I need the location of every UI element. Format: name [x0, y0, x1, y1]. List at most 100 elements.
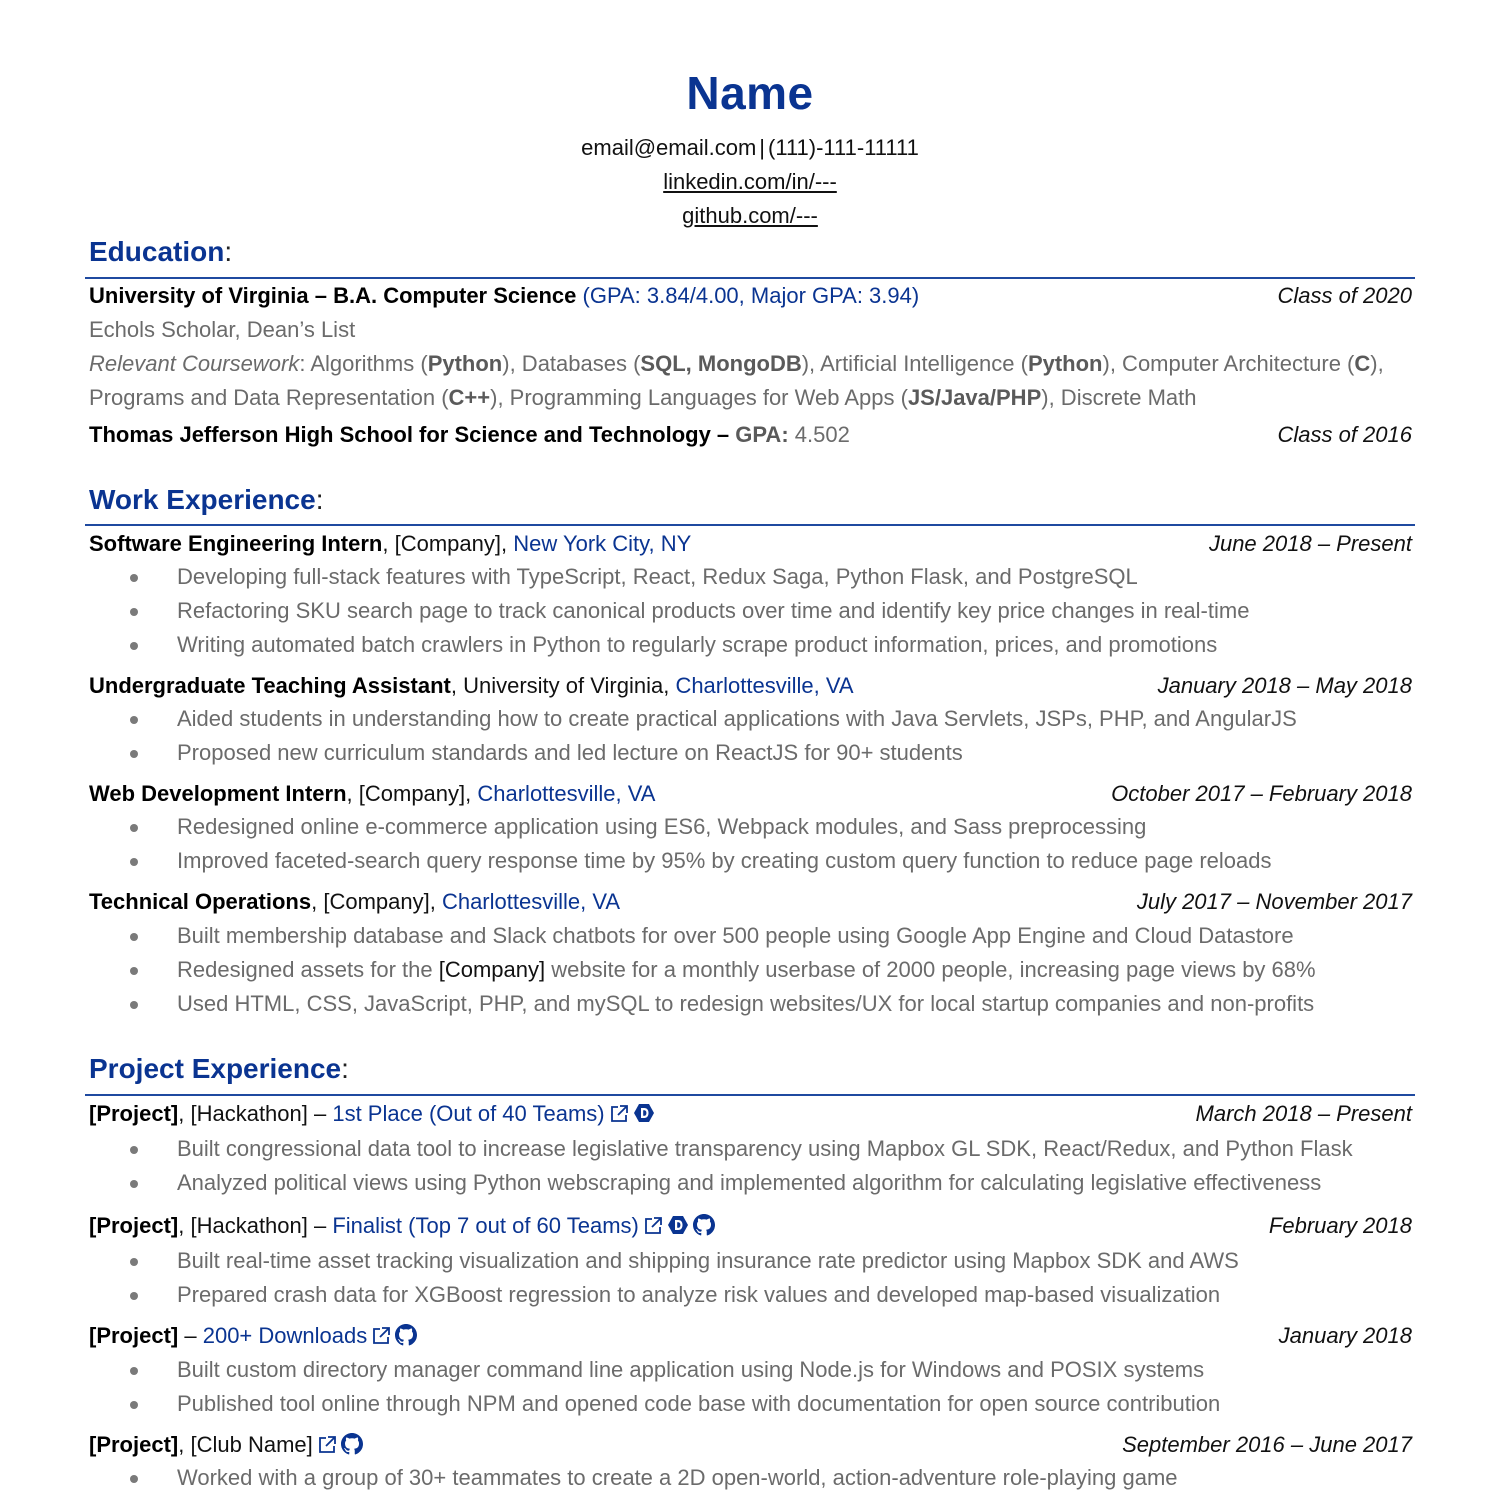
coursework-text: ), Discrete Math [1041, 385, 1197, 410]
project-entry-header: [Project] – 200+ Downloads January 2018 [89, 1321, 1412, 1351]
school-name: Thomas Jefferson High School for Science… [89, 422, 730, 447]
education-date: Class of 2020 [1277, 283, 1412, 308]
bullet-dot [130, 1292, 138, 1300]
bullet-text-part: website for a monthly userbase of 2000 p… [545, 957, 1316, 982]
coursework-text: ), Programming Languages for Web Apps ( [490, 385, 908, 410]
section-title-education: Education: [89, 236, 233, 267]
coursework-line-1: Relevant Coursework: Algorithms (Python)… [89, 349, 1412, 379]
email[interactable]: email@email.com [581, 135, 756, 160]
bullet-dot [130, 1258, 138, 1266]
job-date: July 2017 – November 2017 [1136, 889, 1412, 914]
bullet-dot [130, 1401, 138, 1409]
location: New York City, NY [513, 531, 692, 556]
bullet-text: Refactoring SKU search page to track can… [177, 598, 1250, 623]
bullet-dot [130, 608, 138, 616]
work-entry-left: Undergraduate Teaching Assistant, Univer… [89, 671, 854, 701]
coursework-text: : Algorithms ( [299, 351, 428, 376]
company-highlight: [Company] [438, 957, 546, 982]
bullet-text: Redesigned assets for the [Company] webs… [177, 955, 1316, 985]
bullet-dot [130, 1180, 138, 1188]
external-link-icon[interactable] [317, 1435, 337, 1455]
coursework-line-2: Programs and Data Representation (C++), … [89, 383, 1412, 413]
bullet-text: Improved faceted-search query response t… [177, 848, 1272, 873]
bullet-text: Built real-time asset tracking visualiza… [177, 1248, 1239, 1273]
bullet-dot [130, 716, 138, 724]
gpa-value: 4.502 [794, 422, 850, 447]
bullet-dot [130, 1367, 138, 1375]
bullet-text: Built custom directory manager command l… [177, 1357, 1205, 1382]
candidate-name: Name [686, 67, 814, 119]
project-organization: , [Club Name] [178, 1432, 313, 1457]
project-title: [Project] [89, 1432, 179, 1457]
section-title-projects: Project Experience: [89, 1053, 349, 1084]
coursework-language: Python [1027, 351, 1103, 376]
bullet-dot [130, 1475, 138, 1483]
project-entry-header: [Project], [Club Name] September 2016 – J… [89, 1430, 1412, 1460]
honors: Echols Scholar, Dean’s List [89, 317, 356, 342]
coursework-text: ), [1370, 351, 1384, 376]
education-date: Class of 2016 [1277, 422, 1412, 447]
work-entry-header: Undergraduate Teaching Assistant, Univer… [89, 671, 1412, 701]
project-entry-header: [Project], [Hackathon] – 1st Place (Out … [89, 1099, 1412, 1129]
section-divider [85, 524, 1415, 526]
bullet-text: Developing full-stack features with Type… [177, 564, 1138, 589]
project-entry-header: [Project], [Hackathon] – Finalist (Top 7… [89, 1211, 1412, 1241]
phone[interactable]: (111)-111-11111 [768, 135, 919, 160]
resume-page: Name email@email.com | (111)-111-11111 lin… [0, 0, 1500, 1500]
coursework-label: Relevant Coursework [89, 351, 300, 376]
github-icon[interactable] [692, 1214, 715, 1236]
project-organization: , [Hackathon] – [178, 1213, 333, 1238]
bullet-text: Built membership database and Slack chat… [177, 923, 1294, 948]
section-title-work: Work Experience: [89, 484, 324, 515]
organization: , [Company], [346, 781, 478, 806]
coursework-language: JS/Java/PHP [907, 385, 1042, 410]
section-title-text: Work Experience [89, 484, 316, 515]
bullet-text: Analyzed political views using Python we… [177, 1170, 1322, 1195]
coursework-language: SQL, MongoDB [640, 351, 802, 376]
github-icon[interactable] [340, 1433, 363, 1455]
project-organization: – [178, 1323, 203, 1348]
bullet-dot [130, 750, 138, 758]
github-link[interactable]: github.com/--- [682, 203, 818, 228]
bullet-text: Writing automated batch crawlers in Pyth… [177, 632, 1218, 657]
github-line: github.com/--- [0, 203, 1500, 229]
external-link-icon[interactable] [609, 1104, 629, 1124]
linkedin-link[interactable]: linkedin.com/in/--- [663, 169, 837, 194]
project-organization: , [Hackathon] – [178, 1101, 333, 1126]
coursework-language: Python [427, 351, 503, 376]
contact-separator: | [759, 135, 766, 160]
coursework-text: ), Computer Architecture ( [1102, 351, 1355, 376]
external-link-icon[interactable] [371, 1326, 391, 1346]
work-entry-left: Technical Operations, [Company], Charlot… [89, 887, 620, 917]
bullet-dot [130, 933, 138, 941]
education-entry-uva: University of Virginia – B.A. Computer S… [89, 281, 1412, 311]
devpost-icon[interactable] [667, 1214, 689, 1236]
job-title: Software Engineering Intern [89, 531, 383, 556]
job-title: Technical Operations [89, 889, 312, 914]
bullet-text-part: Redesigned assets for the [177, 957, 439, 982]
bullet-dot [130, 574, 138, 582]
coursework-language: C++ [448, 385, 491, 410]
organization: , University of Virginia, [450, 673, 676, 698]
project-date: March 2018 – Present [1195, 1101, 1412, 1126]
project-award: Finalist (Top 7 out of 60 Teams) [332, 1213, 639, 1238]
project-entry-left: [Project] – 200+ Downloads [89, 1321, 418, 1351]
github-icon[interactable] [395, 1324, 418, 1346]
location: Charlottesville, VA [477, 781, 656, 806]
location: Charlottesville, VA [441, 889, 621, 914]
section-title-text: Project Experience [89, 1053, 342, 1084]
external-link-icon[interactable] [643, 1216, 663, 1236]
gpa: (GPA: 3.84/4.00, Major GPA: 3.94) [582, 283, 920, 308]
bullet-text: Worked with a group of 30+ teammates to … [177, 1465, 1178, 1490]
coursework-text: ), Artificial Intelligence ( [801, 351, 1028, 376]
organization: , [Company], [382, 531, 514, 556]
project-title: [Project] [89, 1101, 179, 1126]
bullet-dot [130, 642, 138, 650]
devpost-icon[interactable] [633, 1102, 655, 1124]
section-divider [85, 277, 1415, 279]
school-name: University of Virginia – B.A. Computer S… [89, 283, 577, 308]
project-entry-left: [Project], [Club Name] [89, 1430, 363, 1460]
job-date: January 2018 – May 2018 [1157, 673, 1412, 698]
project-title: [Project] [89, 1213, 179, 1238]
section-divider [85, 1094, 1415, 1096]
